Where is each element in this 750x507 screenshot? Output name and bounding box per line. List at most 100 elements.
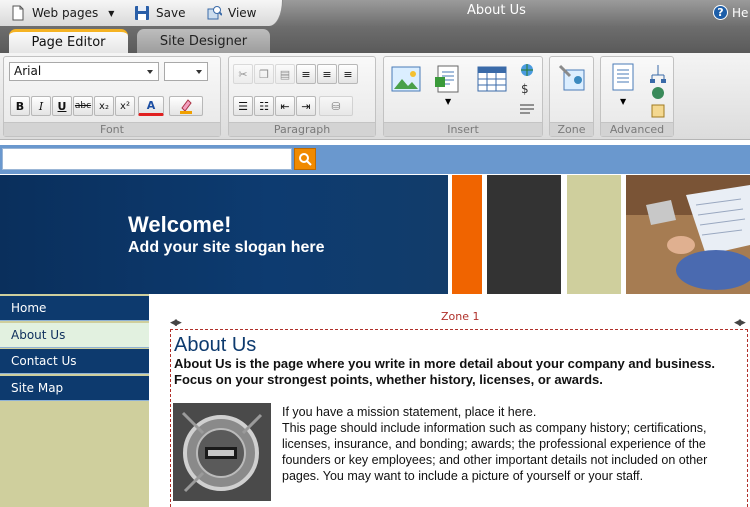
strikethrough-button[interactable]: abc bbox=[73, 96, 93, 116]
subscript-button[interactable]: x₂ bbox=[94, 96, 114, 116]
tab-strip: Page Editor Site Designer bbox=[0, 26, 750, 53]
highlighter-icon bbox=[180, 99, 192, 114]
ribbon: Arial B I U abc x₂ x² A Font ✂ ❐ ▤ ≡ ≡ ≡… bbox=[0, 53, 750, 140]
font-size-select[interactable] bbox=[164, 62, 208, 81]
cut-button[interactable]: ✂ bbox=[233, 64, 253, 84]
paint-bucket-icon: ⛁ bbox=[331, 99, 341, 113]
insert-group: ▼ $ Insert bbox=[383, 56, 543, 137]
paragraph-group-label: Paragraph bbox=[229, 122, 375, 136]
font-name-value: Arial bbox=[14, 64, 42, 78]
font-group-label: Font bbox=[4, 122, 220, 136]
banner-photo bbox=[626, 175, 750, 294]
underline-button[interactable]: U bbox=[52, 96, 72, 116]
zone-resize-handle-left[interactable]: ◀▶ bbox=[170, 318, 182, 328]
view-icon bbox=[207, 6, 222, 20]
save-button[interactable]: Save bbox=[134, 4, 185, 22]
site-search-input[interactable] bbox=[2, 148, 292, 170]
align-right-icon: ≡ bbox=[343, 67, 353, 81]
site-banner: Welcome! Add your site slogan here bbox=[0, 175, 750, 294]
advanced-document-icon[interactable] bbox=[607, 62, 639, 94]
search-icon bbox=[299, 153, 312, 166]
chevron-down-icon bbox=[196, 70, 202, 74]
bold-button[interactable]: B bbox=[10, 96, 30, 116]
help-label: He bbox=[732, 5, 749, 20]
site-search-bar bbox=[0, 145, 750, 174]
font-color-button[interactable]: A bbox=[138, 96, 164, 116]
body-text[interactable]: If you have a mission statement, place i… bbox=[282, 404, 747, 484]
insert-group-label: Insert bbox=[384, 122, 542, 136]
bullet-list-icon: ☷ bbox=[259, 99, 269, 113]
banner-stripe-dark bbox=[487, 175, 561, 294]
tab-page-editor[interactable]: Page Editor bbox=[9, 29, 128, 53]
nav-item-site-map[interactable]: Site Map bbox=[0, 376, 149, 401]
window-title: About Us bbox=[467, 3, 526, 18]
zone-resize-handle-right[interactable]: ◀▶ bbox=[734, 318, 746, 328]
indent-icon: ⇥ bbox=[301, 99, 311, 113]
font-group: Arial B I U abc x₂ x² A Font bbox=[3, 56, 221, 137]
zone-label: Zone 1 bbox=[441, 310, 480, 323]
chevron-down-icon: ▼ bbox=[108, 8, 115, 18]
content-photo[interactable] bbox=[173, 403, 271, 501]
chevron-down-icon[interactable]: ▼ bbox=[620, 97, 626, 106]
decrease-indent-button[interactable]: ⇤ bbox=[275, 96, 295, 116]
view-button[interactable]: View bbox=[206, 4, 256, 22]
web-pages-menu[interactable]: Web pages ▼ bbox=[10, 4, 114, 22]
outdent-icon: ⇤ bbox=[280, 99, 290, 113]
zone-group-label: Zone bbox=[550, 122, 593, 136]
nav-item-about-us[interactable]: About Us bbox=[0, 323, 149, 348]
body-paragraph: This page should include information suc… bbox=[282, 421, 708, 483]
title-bar: Web pages ▼ Save View About Us ? He bbox=[0, 0, 750, 26]
page-icon bbox=[12, 5, 24, 21]
insert-table-icon[interactable] bbox=[476, 63, 508, 95]
paste-icon: ▤ bbox=[279, 67, 291, 81]
save-label: Save bbox=[156, 6, 186, 20]
align-center-icon: ≡ bbox=[322, 67, 332, 81]
align-left-button[interactable]: ≡ bbox=[296, 64, 316, 84]
paste-button[interactable]: ▤ bbox=[275, 64, 295, 84]
search-button[interactable] bbox=[294, 148, 316, 170]
zone-group: Zone bbox=[549, 56, 594, 137]
paragraph-group: ✂ ❐ ▤ ≡ ≡ ≡ ☰ ☷ ⇤ ⇥ ⛁ Paragraph bbox=[228, 56, 376, 137]
banner-stripe-orange bbox=[452, 175, 482, 294]
site-slogan: Add your site slogan here bbox=[128, 239, 325, 256]
insert-picture-icon[interactable] bbox=[390, 63, 422, 95]
save-icon bbox=[135, 6, 149, 20]
italic-button[interactable]: I bbox=[31, 96, 51, 116]
banner-stripe-khaki bbox=[567, 175, 621, 294]
advanced-group-label: Advanced bbox=[601, 122, 673, 136]
chevron-down-icon[interactable]: ▼ bbox=[445, 97, 451, 106]
insert-document-icon[interactable] bbox=[432, 63, 464, 95]
svg-text:$: $ bbox=[521, 82, 529, 96]
fill-color-button[interactable]: ⛁ bbox=[319, 96, 353, 116]
help-button[interactable]: ? He bbox=[713, 5, 748, 20]
increase-indent-button[interactable]: ⇥ bbox=[296, 96, 316, 116]
highlight-button[interactable] bbox=[169, 96, 203, 116]
align-right-button[interactable]: ≡ bbox=[338, 64, 358, 84]
advanced-misc-icons[interactable] bbox=[649, 63, 667, 119]
advanced-group: ▼ Advanced bbox=[600, 56, 674, 137]
web-pages-label: Web pages bbox=[32, 6, 99, 20]
intro-paragraph[interactable]: About Us is the page where you write in … bbox=[174, 356, 744, 388]
page-heading[interactable]: About Us bbox=[174, 334, 256, 357]
copy-icon: ❐ bbox=[259, 67, 269, 81]
numbered-list-button[interactable]: ☰ bbox=[233, 96, 253, 116]
bullet-list-button[interactable]: ☷ bbox=[254, 96, 274, 116]
zone-properties-icon[interactable] bbox=[556, 62, 588, 94]
mission-statement-line: If you have a mission statement, place i… bbox=[282, 405, 537, 419]
view-label: View bbox=[228, 6, 257, 20]
copy-button[interactable]: ❐ bbox=[254, 64, 274, 84]
help-icon: ? bbox=[713, 5, 728, 20]
insert-misc-icons[interactable]: $ bbox=[518, 63, 536, 123]
nav-item-home[interactable]: Home bbox=[0, 296, 149, 321]
numbered-list-icon: ☰ bbox=[238, 99, 248, 113]
site-left-navigation: Home About Us Contact Us Site Map bbox=[0, 294, 149, 507]
scissors-icon: ✂ bbox=[238, 67, 248, 81]
chevron-down-icon bbox=[147, 70, 153, 74]
tab-site-designer[interactable]: Site Designer bbox=[137, 29, 270, 53]
align-center-button[interactable]: ≡ bbox=[317, 64, 337, 84]
font-name-select[interactable]: Arial bbox=[9, 62, 159, 81]
superscript-button[interactable]: x² bbox=[115, 96, 135, 116]
site-welcome-heading: Welcome! bbox=[128, 212, 232, 237]
nav-item-contact-us[interactable]: Contact Us bbox=[0, 349, 149, 374]
align-left-icon: ≡ bbox=[301, 67, 311, 81]
